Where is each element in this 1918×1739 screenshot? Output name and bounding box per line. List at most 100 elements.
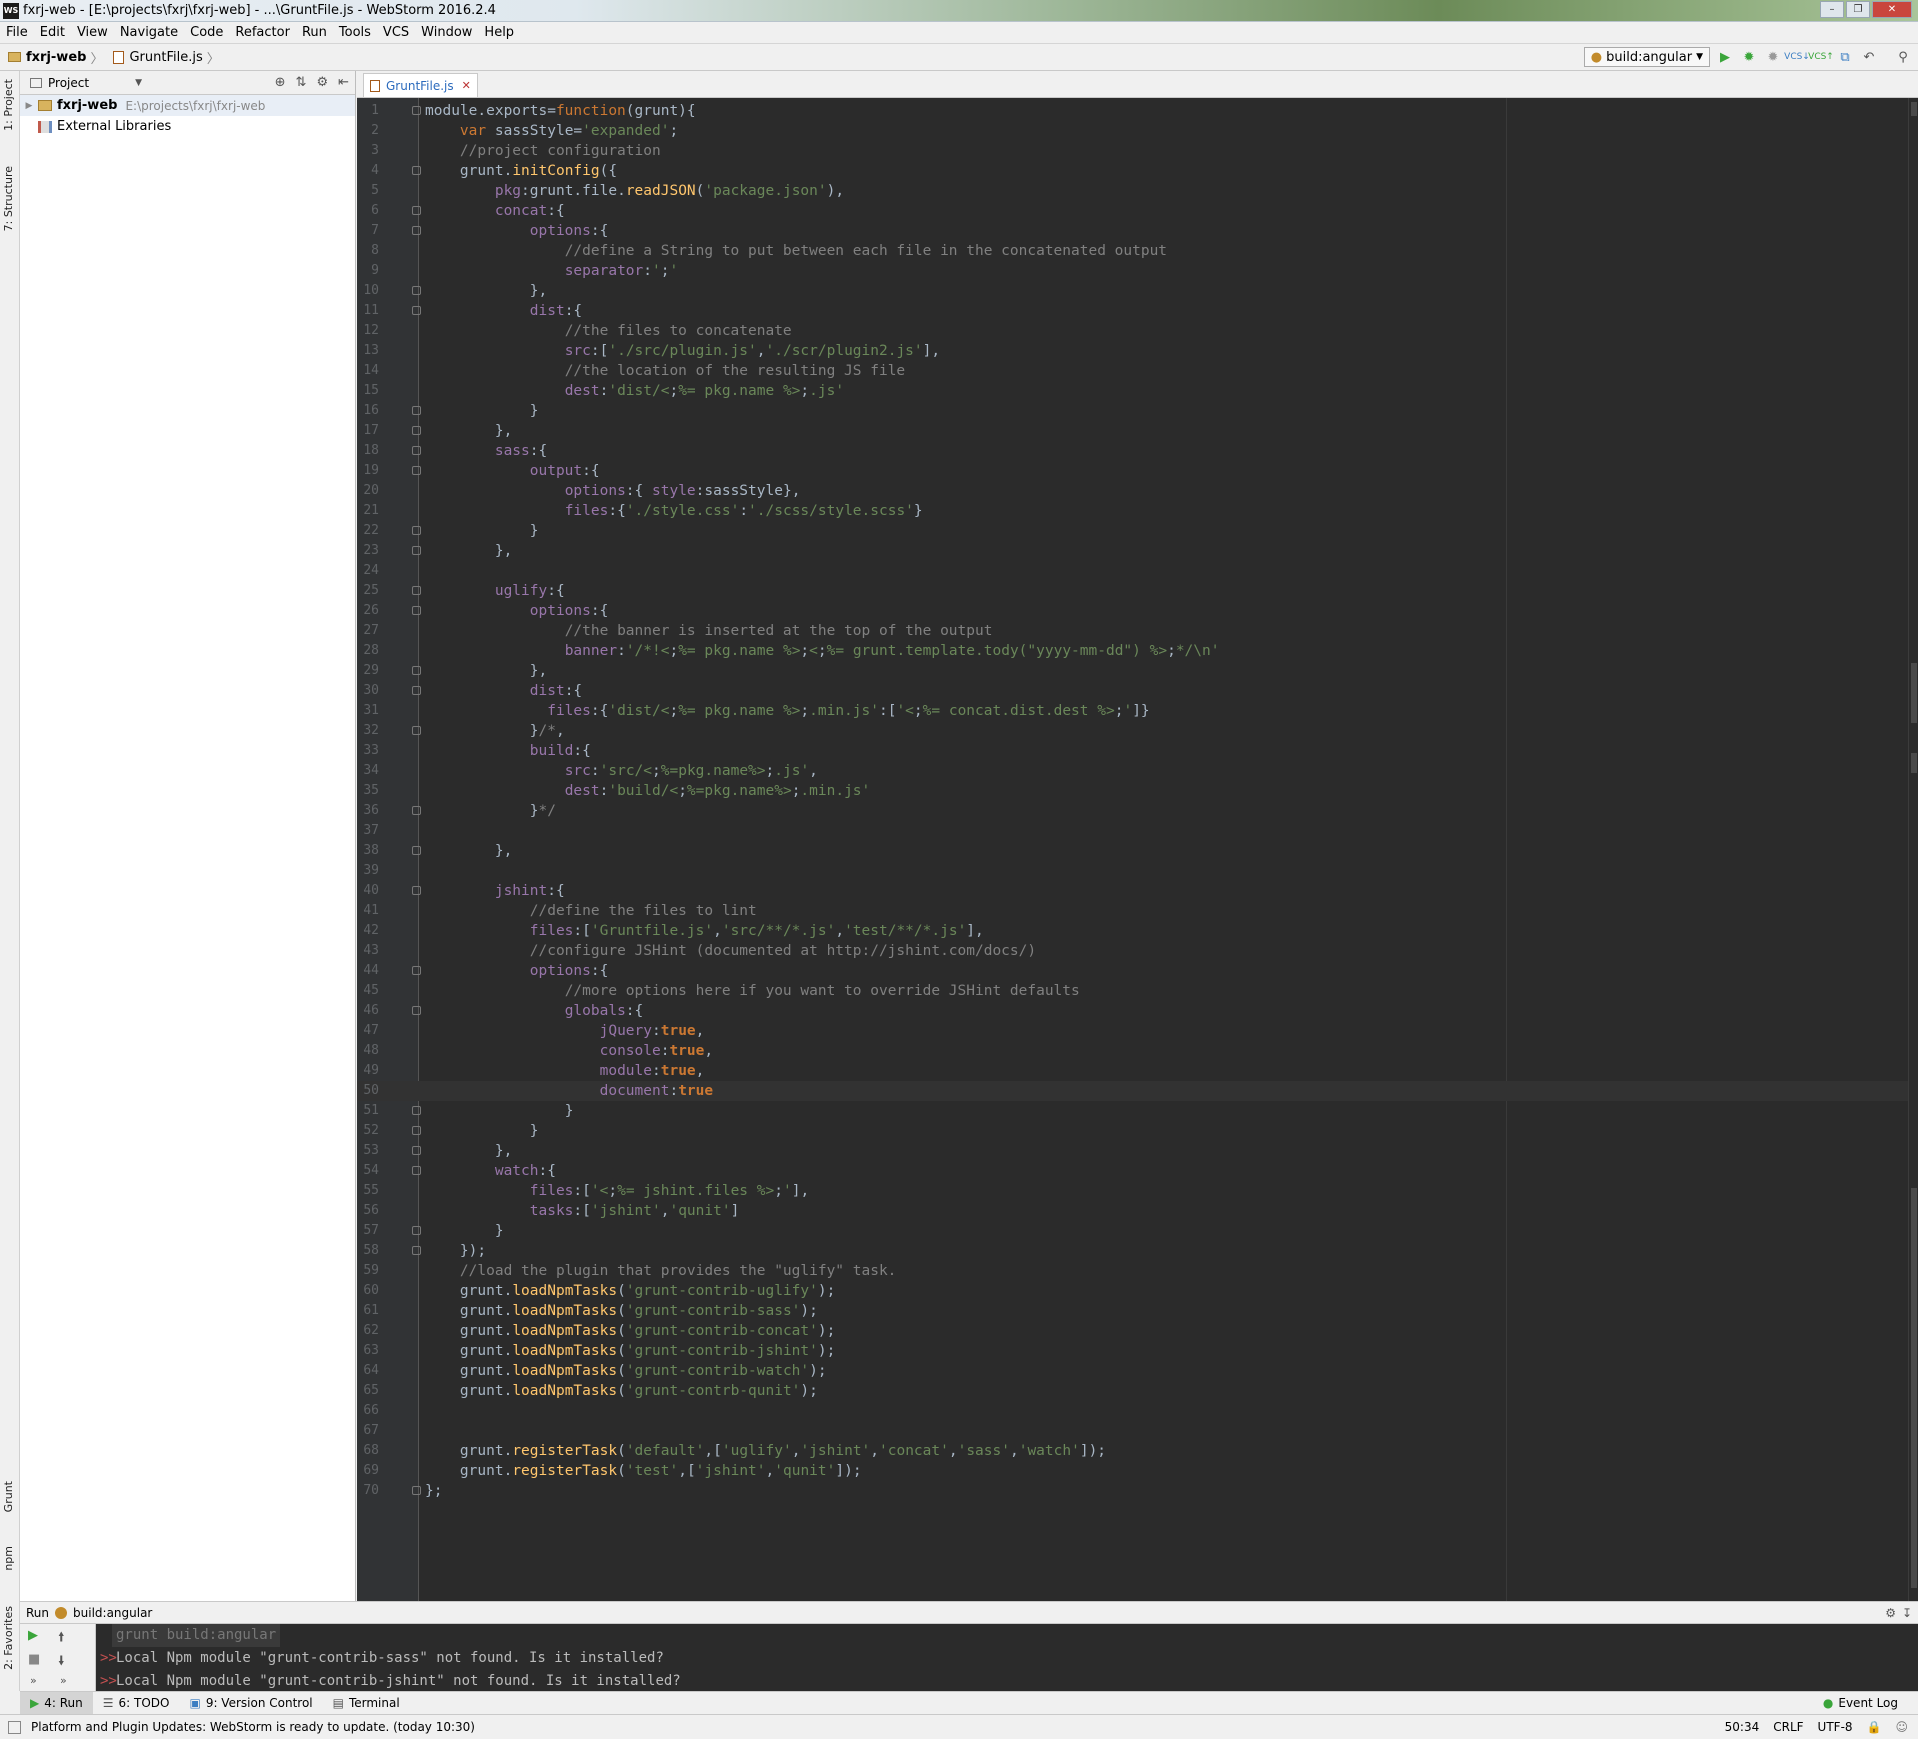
inspector-icon[interactable]: ☺ [1895,1720,1908,1734]
editor-scrollbar[interactable] [1908,98,1918,1601]
code-line[interactable]: 41 //define the files to lint [357,901,1918,921]
collapse-all-icon[interactable]: ⇅ [296,75,307,90]
code-line[interactable]: 48 console:true, [357,1041,1918,1061]
code-line[interactable]: 50 document:true [357,1081,1918,1101]
fold-marker-icon[interactable] [412,966,421,975]
code-line[interactable]: 70}; [357,1481,1918,1501]
restore-button[interactable]: ❐ [1846,1,1870,18]
fold-marker-icon[interactable] [412,666,421,675]
code-line[interactable]: 23 }, [357,541,1918,561]
fold-marker-icon[interactable] [412,206,421,215]
menu-navigate[interactable]: Navigate [114,25,184,40]
menu-tools[interactable]: Tools [333,25,377,40]
code-line[interactable]: 42 files:['Gruntfile.js','src/**/*.js','… [357,921,1918,941]
menu-help[interactable]: Help [478,25,520,40]
tree-item-external-libraries[interactable]: External Libraries [20,116,355,137]
fold-marker-icon[interactable] [412,106,421,115]
code-line[interactable]: 57 } [357,1221,1918,1241]
code-line[interactable]: 22 } [357,521,1918,541]
project-view-select[interactable]: Project [48,76,89,90]
tree-item-project-root[interactable]: ▶ fxrj-web E:\projects\fxrj\fxrj-web [20,95,355,116]
menu-run[interactable]: Run [296,25,333,40]
fold-marker-icon[interactable] [412,686,421,695]
code-line[interactable]: 40 jshint:{ [357,881,1918,901]
locate-icon[interactable]: ⊕ [275,75,286,90]
fold-marker-icon[interactable] [412,166,421,175]
code-line[interactable]: 38 }, [357,841,1918,861]
code-line[interactable]: 54 watch:{ [357,1161,1918,1181]
debug-icon[interactable]: ✹ [1740,48,1758,66]
code-line[interactable]: 34 src:'src/<;%=pkg.name%>;.js', [357,761,1918,781]
status-message[interactable]: Platform and Plugin Updates: WebStorm is… [31,1720,475,1734]
breadcrumb-file[interactable]: GruntFile.js [129,50,202,65]
fold-marker-icon[interactable] [412,226,421,235]
code-line[interactable]: 59 //load the plugin that provides the "… [357,1261,1918,1281]
tab-structure[interactable]: 7: Structure [2,166,15,231]
code-line[interactable]: 21 files:{'./style.css':'./scss/style.sc… [357,501,1918,521]
run-config-select[interactable]: ● build:angular ▼ [1583,47,1710,67]
code-line[interactable]: 29 }, [357,661,1918,681]
caret-position[interactable]: 50:34 [1725,1720,1760,1734]
tool-window-version-control[interactable]: ▣ 9: Version Control [179,1692,322,1715]
code-line[interactable]: 14 //the location of the resulting JS fi… [357,361,1918,381]
code-line[interactable]: 35 dest:'build/<;%=pkg.name%>;.min.js' [357,781,1918,801]
code-line[interactable]: 65 grunt.loadNpmTasks('grunt-contrb-quni… [357,1381,1918,1401]
code-line[interactable]: 66 [357,1401,1918,1421]
menu-file[interactable]: File [0,25,34,40]
fold-marker-icon[interactable] [412,546,421,555]
fold-marker-icon[interactable] [412,1226,421,1235]
code-line[interactable]: 17 }, [357,421,1918,441]
fold-marker-icon[interactable] [412,606,421,615]
toggle-tool-windows-icon[interactable] [8,1720,21,1734]
code-line[interactable]: 9 separator:';' [357,261,1918,281]
code-line[interactable]: 8 //define a String to put between each … [357,241,1918,261]
fold-marker-icon[interactable] [412,426,421,435]
code-line[interactable]: 61 grunt.loadNpmTasks('grunt-contrib-sas… [357,1301,1918,1321]
fold-marker-icon[interactable] [412,466,421,475]
code-line[interactable]: 24 [357,561,1918,581]
fold-marker-icon[interactable] [412,846,421,855]
line-separator[interactable]: CRLF [1773,1720,1803,1734]
fold-marker-icon[interactable] [412,806,421,815]
compare-icon[interactable]: ⧉ [1836,48,1854,66]
coverage-icon[interactable]: ✹ [1764,48,1782,66]
fold-marker-icon[interactable] [412,1166,421,1175]
vcs-update-icon[interactable]: VCS↓ [1784,48,1810,66]
code-line[interactable]: 30 dist:{ [357,681,1918,701]
fold-marker-icon[interactable] [412,526,421,535]
minimize-button[interactable]: – [1820,1,1844,18]
code-line[interactable]: 25 uglify:{ [357,581,1918,601]
code-area[interactable]: 1 module.exports=function(grunt){2 var sa… [357,98,1918,1601]
code-line[interactable]: 62 grunt.loadNpmTasks('grunt-contrib-con… [357,1321,1918,1341]
file-encoding[interactable]: UTF-8 [1818,1720,1853,1734]
fold-marker-icon[interactable] [412,726,421,735]
code-line[interactable]: 12 //the files to concatenate [357,321,1918,341]
lock-icon[interactable]: 🔒 [1867,1720,1882,1734]
code-line[interactable]: 32 }/*, [357,721,1918,741]
code-line[interactable]: 31 files:{'dist/<;%= pkg.name %>;.min.js… [357,701,1918,721]
code-line[interactable]: 60 grunt.loadNpmTasks('grunt-contrib-ugl… [357,1281,1918,1301]
code-line[interactable]: 13 src:['./src/plugin.js','./scr/plugin2… [357,341,1918,361]
scroll-up-icon[interactable]: 🠙 [58,1628,65,1650]
code-line[interactable]: 56 tasks:['jshint','qunit'] [357,1201,1918,1221]
code-line[interactable]: 46 globals:{ [357,1001,1918,1021]
code-line[interactable]: 2 var sassStyle='expanded'; [357,121,1918,141]
stop-icon[interactable]: ■ [28,1652,40,1667]
menu-vcs[interactable]: VCS [377,25,415,40]
close-tab-icon[interactable]: ✕ [462,79,471,92]
code-line[interactable]: 69 grunt.registerTask('test',['jshint','… [357,1461,1918,1481]
code-line[interactable]: 63 grunt.loadNpmTasks('grunt-contrib-jsh… [357,1341,1918,1361]
code-line[interactable]: 1 module.exports=function(grunt){ [357,101,1918,121]
expand-arrow-icon[interactable]: ▶ [20,101,38,111]
menu-view[interactable]: View [71,25,114,40]
code-line[interactable]: 20 options:{ style:sassStyle}, [357,481,1918,501]
code-line[interactable]: 18 sass:{ [357,441,1918,461]
fold-marker-icon[interactable] [412,1126,421,1135]
code-line[interactable]: 55 files:['<;%= jshint.files %>;'], [357,1181,1918,1201]
code-line[interactable]: 5 pkg:grunt.file.readJSON('package.json'… [357,181,1918,201]
scroll-down-icon[interactable]: 🠛 [58,1652,65,1674]
code-line[interactable]: 15 dest:'dist/<;%= pkg.name %>;.js' [357,381,1918,401]
run-console[interactable]: grunt build:angular >> Local Npm module "… [96,1624,1918,1692]
code-line[interactable]: 49 module:true, [357,1061,1918,1081]
tab-favorites[interactable]: 2: Favorites [2,1606,15,1670]
